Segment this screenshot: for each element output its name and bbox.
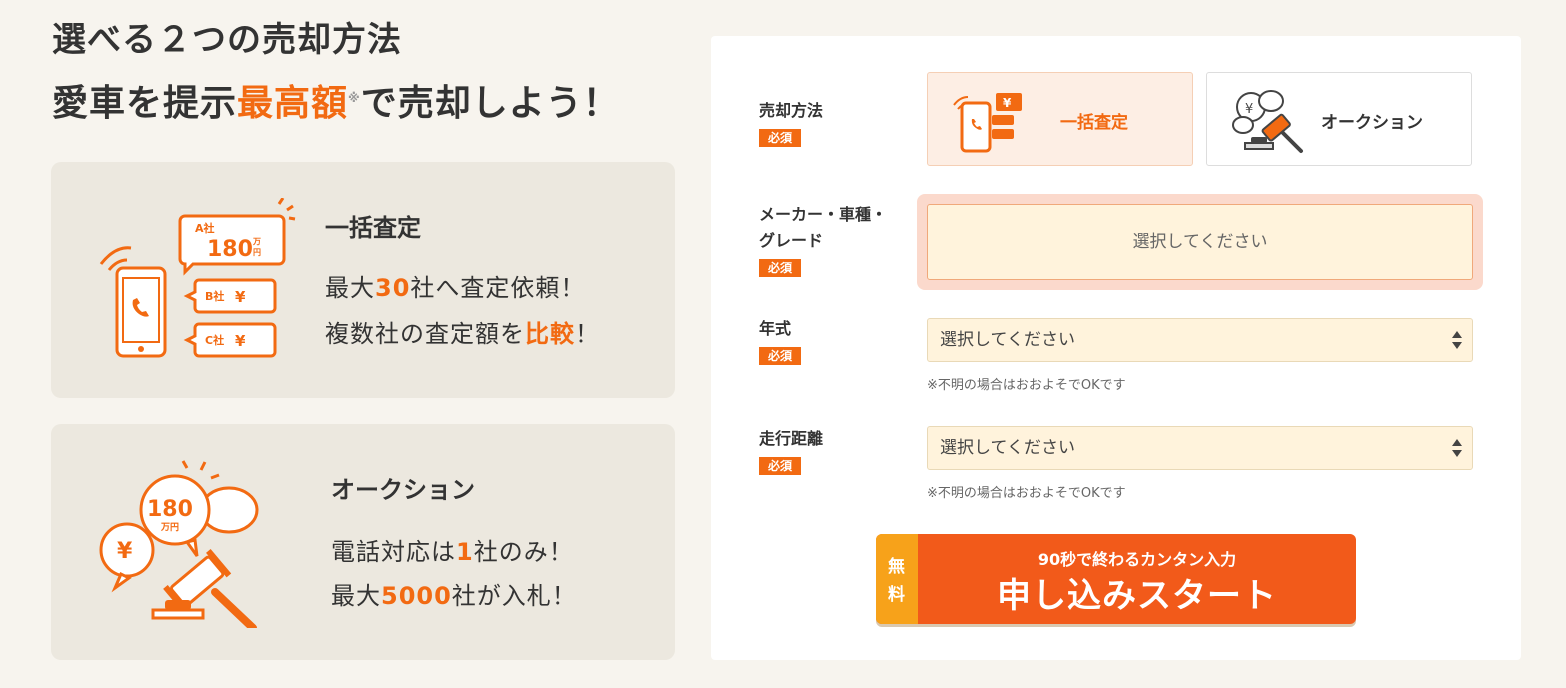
headline-line1: 選べる２つの売却方法 [52, 20, 402, 60]
headline-line2: 愛車を提示最高額※で売却しよう！ [52, 74, 620, 134]
mileage-note: ※不明の場合はおおよそでOKです [927, 486, 1126, 501]
card-line: 最大30社へ査定依頼！ [325, 268, 585, 303]
yen-icon: ¥ [235, 288, 246, 306]
cta-label: 申し込みスタート [997, 576, 1277, 616]
gavel-bubbles-icon: 180 万円 ¥ [99, 460, 259, 628]
card-text: 最大 [325, 274, 375, 302]
card-title: オークション [331, 476, 475, 504]
auction-unit: 万円 [160, 522, 179, 533]
headline-accent: 最高額 [237, 83, 349, 124]
headline-text: 愛車を提示 [52, 83, 238, 124]
card-text: 社へ査定依頼！ [410, 274, 586, 302]
option-auction[interactable]: ¥ オークション [1206, 72, 1472, 166]
svg-text:¥: ¥ [1245, 102, 1253, 117]
free-tag-text: 料 [888, 585, 905, 605]
select-arrows-icon [1452, 439, 1462, 457]
headline-text: で売却しよう！ [360, 83, 620, 124]
auction-value: 180 [147, 497, 193, 522]
card-text: 複数社の査定額を [325, 320, 525, 348]
card-text: 最大 [331, 582, 381, 610]
method-label-group: 売却方法 必須 [759, 98, 823, 150]
option-label: 一括査定 [1060, 113, 1128, 133]
bubble-a-label: A社 [195, 221, 215, 235]
card-text: 社のみ！ [473, 538, 574, 566]
year-select-value: 選択してください [940, 330, 1075, 350]
year-label: 年式 [759, 319, 792, 338]
bubble-a-unit: 万 [252, 237, 261, 246]
maker-select[interactable]: 選択してください [927, 204, 1473, 280]
bubble-c-label: C社 [205, 333, 224, 347]
card-accent: 5000 [381, 582, 452, 610]
headline: 選べる２つの売却方法 愛車を提示最高額※で売却しよう！ [52, 14, 620, 134]
year-note: ※不明の場合はおおよそでOKです [927, 378, 1126, 393]
maker-label: メーカー・車種・ [759, 205, 888, 224]
mileage-label: 走行距離 [759, 429, 824, 448]
bubble-a-unit: 円 [253, 248, 261, 257]
required-badge: 必須 [759, 259, 802, 277]
mileage-label-group: 走行距離 必須 [759, 426, 823, 478]
mileage-select-value: 選択してください [940, 438, 1075, 458]
card-line: 電話対応は1社のみ！ [331, 532, 574, 567]
auction-card: 180 万円 ¥ オークション 電話対応は1社のみ！ 最大5000社が入札！ [51, 424, 675, 660]
card-title: 一括査定 [325, 214, 421, 242]
start-application-button[interactable]: 無 料 90秒で終わるカンタン入力 申し込みスタート [876, 534, 1356, 624]
card-text: 社が入札！ [451, 582, 577, 610]
option-bulk-appraisal[interactable]: ¥ 一括査定 [927, 72, 1193, 166]
year-select[interactable]: 選択してください [927, 318, 1473, 362]
maker-label: グレード [759, 231, 824, 250]
footnote-mark: ※ [348, 91, 361, 105]
required-badge: 必須 [759, 457, 802, 475]
method-label: 売却方法 [759, 101, 824, 120]
card-line: 最大5000社が入札！ [331, 576, 577, 611]
card-accent: 30 [375, 274, 411, 302]
bubble-a-value: 180 [207, 237, 253, 262]
required-badge: 必須 [759, 347, 802, 365]
free-tag-text: 無 [888, 557, 905, 577]
card-accent: 1 [456, 538, 474, 566]
form-panel: 売却方法 必須 ¥ 一括査定 ¥ オークション メーカー・車種・ グレード 必須… [711, 36, 1521, 660]
maker-label-group: メーカー・車種・ グレード 必須 [759, 202, 887, 280]
card-text: ！ [575, 320, 600, 348]
phone-bubbles-icon: A社 180 万 円 B社 ¥ C社 ¥ [99, 198, 296, 358]
cta-subtext: 90秒で終わるカンタン入力 [1037, 550, 1237, 569]
phone-bubbles-icon: ¥ [953, 93, 1022, 153]
card-text: 電話対応は [331, 538, 456, 566]
svg-text:¥: ¥ [1003, 96, 1012, 110]
yen-icon: ¥ [235, 332, 246, 350]
bubble-b-label: B社 [205, 289, 224, 303]
year-label-group: 年式 必須 [759, 316, 802, 368]
free-tag: 無 料 [876, 534, 918, 624]
mileage-select[interactable]: 選択してください [927, 426, 1473, 470]
card-accent: 比較 [525, 320, 575, 348]
select-arrows-icon [1452, 331, 1462, 349]
required-badge: 必須 [759, 129, 802, 147]
bulk-appraisal-card: A社 180 万 円 B社 ¥ C社 ¥ 一括査定 最大30社へ査定依頼！ 複数… [51, 162, 675, 398]
option-label: オークション [1321, 113, 1423, 133]
gavel-bubbles-icon: ¥ [1232, 90, 1303, 153]
card-line: 複数社の査定額を比較！ [325, 314, 600, 349]
maker-field-highlight: 選択してください [917, 194, 1483, 290]
yen-icon: ¥ [117, 539, 133, 564]
